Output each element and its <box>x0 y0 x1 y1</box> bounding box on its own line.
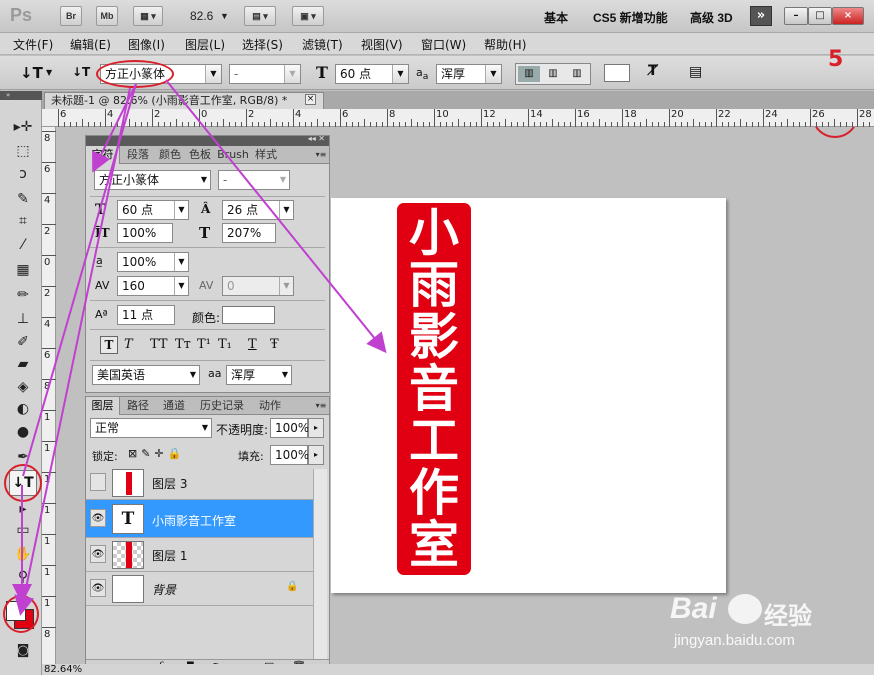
watermark-brand-suffix: 经验 <box>764 602 812 630</box>
status-zoom[interactable]: 82.64% <box>44 664 82 675</box>
arrow-to-swatch <box>14 87 131 616</box>
arrow-to-canvas <box>165 79 387 354</box>
status-bar: 82.64% <box>42 664 874 675</box>
paw-icon <box>728 594 762 624</box>
watermark-url: jingyan.baidu.com <box>674 632 795 649</box>
watermark-brand: Bai <box>670 592 717 625</box>
baidu-watermark: Bai 经验 jingyan.baidu.com <box>668 590 874 656</box>
annotation-arrows <box>12 79 387 616</box>
